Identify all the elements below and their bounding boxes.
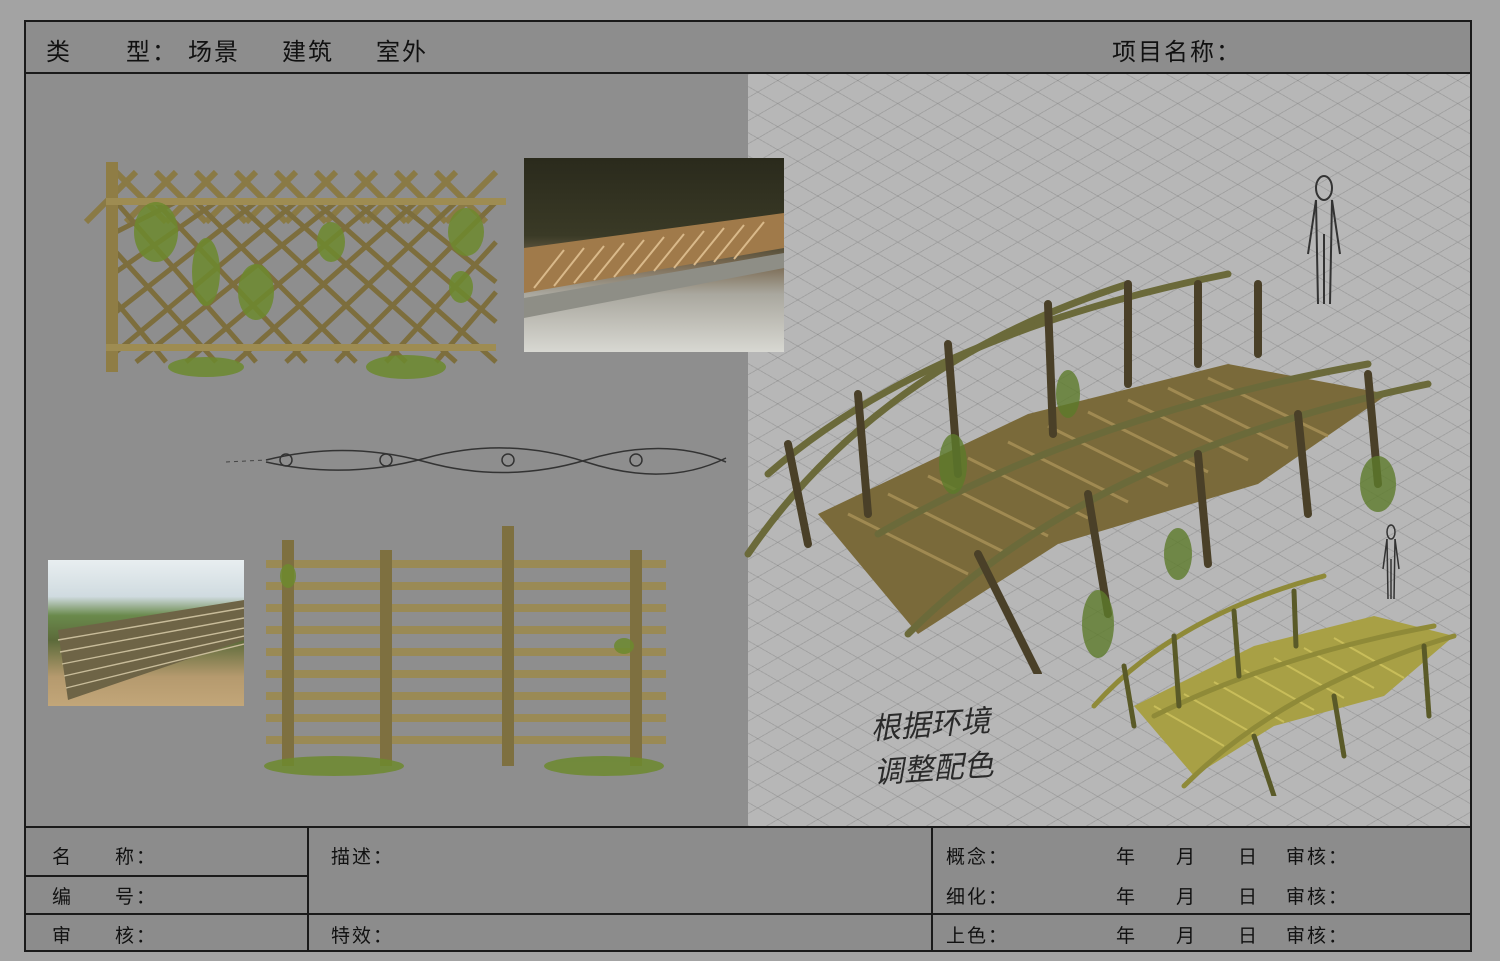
human-scale-figure-large xyxy=(1307,175,1341,305)
footer-row-line-full xyxy=(26,913,1470,915)
month-label: 月 xyxy=(1176,925,1198,947)
lattice-fence-illustration xyxy=(83,162,506,379)
stage-review-label: 审核： xyxy=(1286,886,1350,908)
year-label: 年 xyxy=(1116,846,1138,868)
stage-label: 细化： xyxy=(946,886,1010,908)
stage-label: 概念： xyxy=(946,846,1010,868)
footer-description-label: 描述： xyxy=(331,846,395,868)
month-label: 月 xyxy=(1176,846,1198,868)
stage-label: 上色： xyxy=(946,925,1010,947)
photo-woven-drawing xyxy=(57,600,244,700)
day-label: 日 xyxy=(1238,925,1260,947)
footer-row-line-left-1 xyxy=(26,875,309,877)
sketch-annotation-note: 根据环境 调整配色 xyxy=(869,703,995,792)
type-label: 类 xyxy=(46,38,72,66)
type-value-building: 建筑 xyxy=(282,38,334,66)
footer-divider-2 xyxy=(931,828,933,950)
month-label: 月 xyxy=(1176,886,1198,908)
sheet-footer-table: 名 称： 编 号： 审 核： 描述： 特效： 概念： 年 月 日 审核： 细化：… xyxy=(26,826,1470,950)
bamboo-bridge-color-variant xyxy=(1091,573,1457,796)
footer-divider-1 xyxy=(307,828,309,950)
reference-photo-woven-fence xyxy=(48,560,244,706)
sheet-header: 类 型： 场景 建筑 室外 项目名称： xyxy=(26,22,1470,74)
rope-binding-sketch xyxy=(226,447,727,475)
type-value-outdoor: 室外 xyxy=(376,38,428,66)
year-label: 年 xyxy=(1116,886,1138,908)
horizontal-bamboo-fence-illustration xyxy=(264,526,666,776)
year-label: 年 xyxy=(1116,925,1138,947)
footer-review-label: 审 核： xyxy=(52,925,158,947)
footer-number-label: 编 号： xyxy=(52,886,158,908)
day-label: 日 xyxy=(1238,886,1260,908)
day-label: 日 xyxy=(1238,846,1260,868)
stage-review-label: 审核： xyxy=(1286,925,1350,947)
stage-review-label: 审核： xyxy=(1286,846,1350,868)
footer-effects-label: 特效： xyxy=(331,925,395,947)
project-name-label: 项目名称： xyxy=(1112,38,1242,66)
artwork-canvas: 根据环境 调整配色 xyxy=(26,74,1470,826)
type-value-scene: 场景 xyxy=(188,38,240,66)
footer-name-label: 名 称： xyxy=(52,846,158,868)
design-sheet: 类 型： 场景 建筑 室外 项目名称： 根据环境 调整配色 名 称： 编 号： … xyxy=(24,20,1472,952)
type-label-suffix: 型： xyxy=(126,38,178,66)
